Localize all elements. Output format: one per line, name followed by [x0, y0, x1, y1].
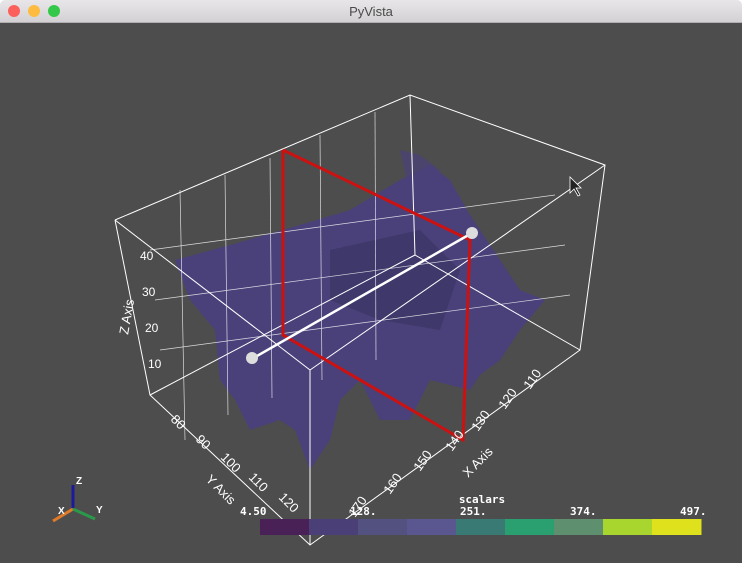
svg-text:Z: Z [76, 476, 82, 487]
svg-text:497.: 497. [680, 505, 707, 518]
mouse-cursor-icon [569, 176, 582, 197]
scalar-bar-segment [407, 519, 457, 535]
z-axis-title: Z Axis [116, 298, 137, 336]
svg-text:Y: Y [96, 505, 103, 516]
render-viewport[interactable]: 40 30 20 10 Z Axis 80 90 100 110 120 Y A… [0, 23, 742, 563]
svg-text:128.: 128. [350, 505, 377, 518]
orientation-axes-icon: Z X Y [52, 476, 103, 523]
scalar-bar-segment [603, 519, 653, 535]
y-axis-title: Y Axis [203, 472, 239, 508]
x-axis-title: X Axis [460, 444, 497, 481]
svg-text:90: 90 [193, 432, 214, 453]
svg-text:110: 110 [246, 470, 271, 495]
svg-text:40: 40 [140, 249, 154, 263]
svg-text:10: 10 [148, 357, 162, 371]
svg-text:251.: 251. [460, 505, 487, 518]
svg-text:30: 30 [142, 285, 156, 299]
scalar-bar-segment [505, 519, 555, 535]
svg-text:374.: 374. [570, 505, 597, 518]
pyvista-window: PyVista 40 30 20 10 Z Axis 80 90 100 110… [0, 0, 742, 563]
line-handle-end[interactable] [466, 227, 478, 239]
svg-text:100: 100 [218, 450, 244, 476]
line-handle-start[interactable] [246, 352, 258, 364]
svg-text:160: 160 [380, 470, 405, 496]
svg-text:X: X [58, 506, 65, 517]
scalar-bar-segment [358, 519, 408, 535]
window-title: PyVista [349, 4, 393, 19]
svg-text:130: 130 [468, 407, 493, 433]
y-axis-labels: 80 90 100 110 120 Y Axis [168, 412, 302, 516]
scalar-bar-segment [554, 519, 604, 535]
svg-text:4.50: 4.50 [240, 505, 267, 518]
svg-text:110: 110 [520, 366, 544, 392]
volume-render [175, 150, 545, 470]
svg-text:20: 20 [145, 321, 159, 335]
scalar-bar-segment [456, 519, 506, 535]
scalar-bar-segment [652, 519, 702, 535]
z-axis-labels: 40 30 20 10 Z Axis [116, 249, 161, 371]
scalar-bar-segment [260, 519, 310, 535]
title-bar: PyVista [0, 0, 742, 23]
scalar-bar-segment [309, 519, 359, 535]
svg-text:120: 120 [276, 490, 302, 516]
svg-text:120: 120 [495, 385, 520, 411]
